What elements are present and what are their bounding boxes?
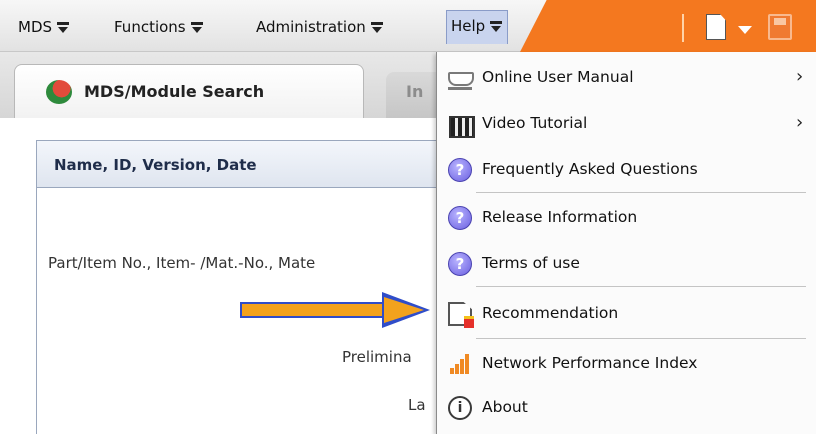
field-label-part-no: Part/Item No., Item- /Mat.-No., Mate	[48, 254, 316, 272]
menu-item-label: Recommendation	[482, 304, 619, 322]
film-clapper-icon	[448, 112, 475, 138]
tab-mds-module-search-label: MDS/Module Search	[84, 82, 265, 101]
module-search-icon	[46, 80, 72, 104]
menu-item-label: Release Information	[482, 208, 638, 226]
menu-help[interactable]: Help	[446, 10, 509, 44]
tab-inactive-label: In	[406, 82, 424, 101]
chevron-down-icon	[370, 20, 384, 34]
new-document-icon[interactable]	[706, 14, 726, 40]
menu-item-label: Online User Manual	[482, 68, 634, 86]
menu-administration-label: Administration	[256, 18, 366, 36]
menu-item-release-information[interactable]: ? Release Information	[436, 198, 816, 238]
menu-item-label: Frequently Asked Questions	[482, 160, 698, 178]
dropdown-caret-icon[interactable]	[738, 26, 752, 34]
menu-item-about[interactable]: i About	[436, 388, 816, 428]
chevron-down-icon	[190, 20, 204, 34]
save-icon[interactable]	[768, 14, 792, 40]
menu-separator	[476, 286, 806, 287]
menu-help-label: Help	[451, 17, 486, 35]
menu-item-video-tutorial[interactable]: Video Tutorial ›	[436, 104, 816, 144]
field-label-preliminary: Prelimina	[342, 348, 412, 366]
submenu-chevron-icon: ›	[796, 66, 804, 87]
question-icon: ?	[448, 206, 472, 230]
menu-item-network-performance-index[interactable]: Network Performance Index	[436, 344, 816, 384]
section-title: Name, ID, Version, Date	[54, 156, 257, 174]
field-label-la: La	[408, 396, 426, 414]
menu-item-terms-of-use[interactable]: ? Terms of use	[436, 244, 816, 284]
question-icon: ?	[448, 158, 472, 182]
submenu-chevron-icon: ›	[796, 112, 804, 133]
menu-mds[interactable]: MDS	[14, 12, 74, 46]
menu-mds-label: MDS	[18, 18, 53, 36]
menu-item-label: Network Performance Index	[482, 354, 698, 372]
book-icon	[448, 66, 474, 90]
menu-item-label: About	[482, 398, 528, 416]
menu-item-label: Terms of use	[482, 254, 580, 272]
question-icon: ?	[448, 252, 472, 276]
signal-bars-icon	[448, 352, 472, 376]
document-badge-icon	[464, 316, 474, 328]
toolbar-separator	[682, 14, 684, 42]
pointer-arrow-icon	[240, 302, 384, 318]
menu-functions[interactable]: Functions	[110, 12, 208, 46]
menu-item-label: Video Tutorial	[482, 114, 588, 132]
menu-item-online-user-manual[interactable]: Online User Manual ›	[436, 58, 816, 98]
chevron-down-icon	[56, 20, 70, 34]
menu-item-faq[interactable]: ? Frequently Asked Questions	[436, 150, 816, 190]
menu-item-recommendation[interactable]: Recommendation	[436, 294, 816, 334]
info-icon: i	[448, 396, 472, 420]
chevron-down-icon	[489, 19, 503, 33]
menu-administration[interactable]: Administration	[252, 12, 388, 46]
menu-separator	[476, 338, 806, 339]
menu-functions-label: Functions	[114, 18, 186, 36]
menu-separator	[476, 192, 806, 193]
